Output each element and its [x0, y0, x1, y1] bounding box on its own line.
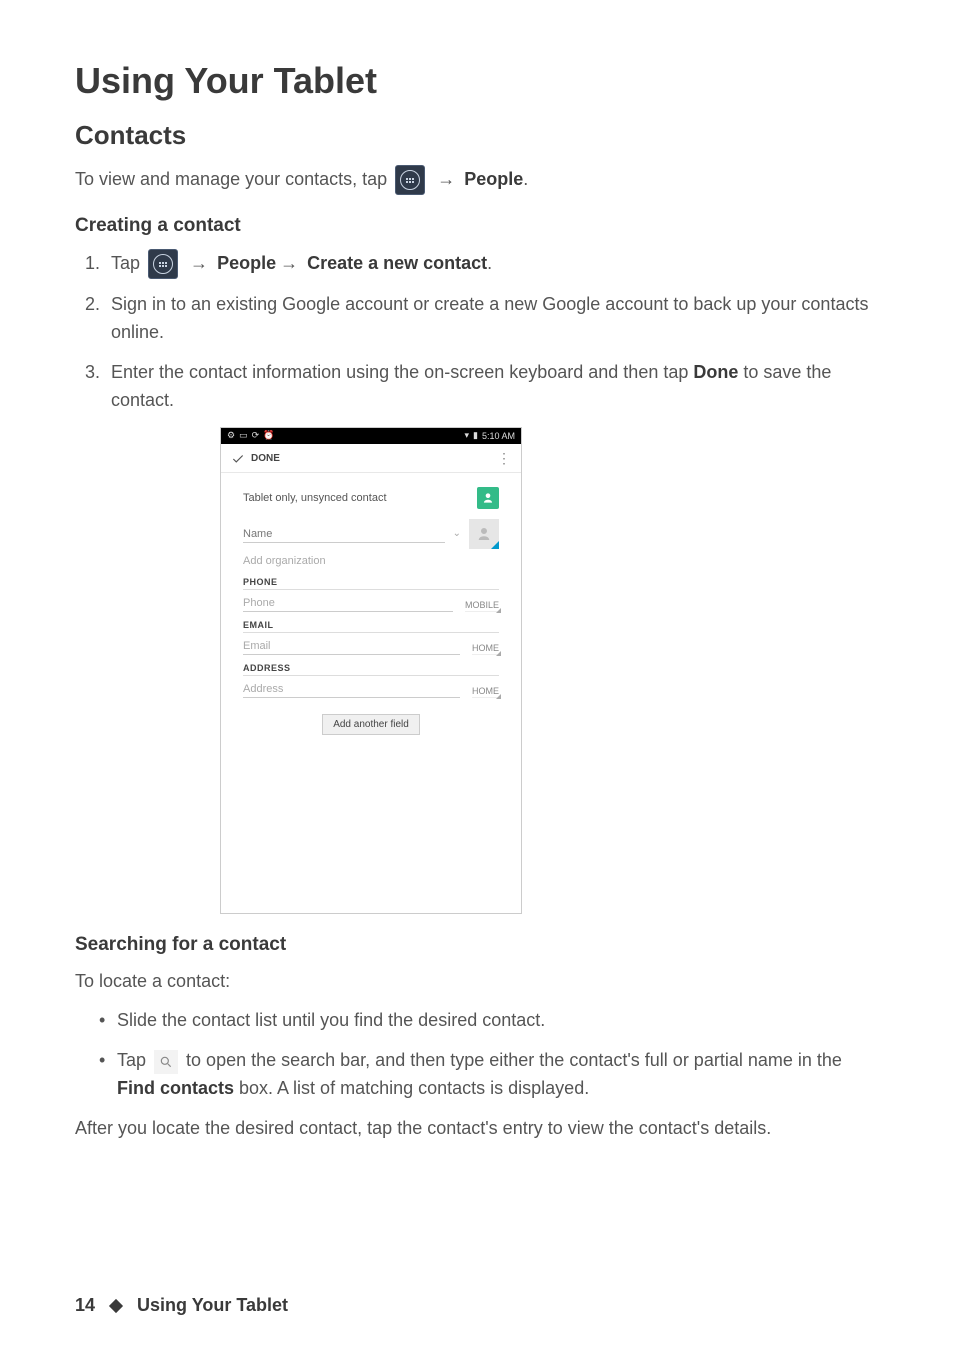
clock-text: 5:10 AM [482, 431, 515, 441]
search-bullet-2: Tap to open the search bar, and then typ… [117, 1047, 884, 1103]
arrow-icon: → [280, 253, 303, 273]
add-another-field-button[interactable]: Add another field [322, 714, 420, 735]
step1-people: People [217, 253, 276, 273]
name-input[interactable]: Name [243, 525, 445, 543]
status-bar: ⚙ ▭ ⟳ ⏰ ▾ ▮ 5:10 AM [221, 428, 521, 444]
phone-input[interactable]: Phone [243, 594, 453, 612]
page-footer: 14 Using Your Tablet [75, 1295, 288, 1316]
b2-pre: Tap [117, 1050, 151, 1070]
sync-icon: ⟳ [252, 430, 260, 441]
email-type-selector[interactable]: HOME [472, 643, 499, 655]
all-apps-icon [148, 249, 178, 279]
battery-icon: ▭ [239, 430, 248, 441]
battery-status-icon: ▮ [473, 430, 478, 441]
phone-type-selector[interactable]: MOBILE [465, 600, 499, 612]
email-input[interactable]: Email [243, 637, 460, 655]
phone-section-label: PHONE [243, 577, 499, 590]
debug-icon: ⚙ [227, 430, 235, 441]
step3-pre: Enter the contact information using the … [111, 362, 693, 382]
step1-create: Create a new contact [307, 253, 487, 273]
add-organization-link[interactable]: Add organization [243, 555, 499, 567]
arrow-icon: → [190, 253, 213, 273]
b2-find: Find contacts [117, 1078, 234, 1098]
step-2: Sign in to an existing Google account or… [105, 291, 884, 347]
done-button[interactable]: DONE [231, 452, 280, 466]
expand-name-icon[interactable]: ⌄ [453, 528, 461, 539]
intro-period: . [523, 169, 528, 189]
people-label: People [464, 169, 523, 189]
wifi-icon: ▾ [464, 430, 469, 441]
address-input[interactable]: Address [243, 680, 460, 698]
unsynced-label: Tablet only, unsynced contact [243, 492, 387, 504]
step3-done: Done [693, 362, 738, 382]
photo-placeholder[interactable] [469, 519, 499, 549]
address-type-selector[interactable]: HOME [472, 686, 499, 698]
check-icon [231, 452, 245, 466]
contact-card-icon [477, 487, 499, 509]
done-label: DONE [251, 453, 280, 464]
b2-post: box. A list of matching contacts is disp… [234, 1078, 589, 1098]
heading-searching-contact: Searching for a contact [75, 934, 884, 956]
search-intro: To locate a contact: [75, 968, 884, 996]
overflow-menu-icon[interactable]: ⋮ [497, 456, 511, 462]
page-number: 14 [75, 1295, 95, 1316]
search-bullet-1: Slide the contact list until you find th… [117, 1007, 884, 1035]
all-apps-icon [395, 165, 425, 195]
section-heading-contacts: Contacts [75, 120, 884, 151]
intro-pre: To view and manage your contacts, tap [75, 169, 392, 189]
step1-period: . [487, 253, 492, 273]
step-1: Tap → People→ Create a new contact. [105, 249, 884, 279]
footer-section-name: Using Your Tablet [137, 1295, 288, 1316]
address-section-label: ADDRESS [243, 663, 499, 676]
arrow-icon: → [437, 169, 460, 189]
alarm-icon: ⏰ [263, 430, 274, 441]
screenshot-create-contact: ⚙ ▭ ⟳ ⏰ ▾ ▮ 5:10 AM DONE ⋮ Tablet only, … [220, 427, 522, 914]
intro-paragraph: To view and manage your contacts, tap → … [75, 165, 884, 195]
footer-diamond-icon [109, 1298, 123, 1312]
search-icon [154, 1050, 178, 1074]
page-title: Using Your Tablet [75, 60, 884, 102]
search-after-paragraph: After you locate the desired contact, ta… [75, 1115, 884, 1143]
step1-pre: Tap [111, 253, 145, 273]
step-3: Enter the contact information using the … [105, 359, 884, 415]
heading-creating-contact: Creating a contact [75, 215, 884, 237]
email-section-label: EMAIL [243, 620, 499, 633]
b2-mid: to open the search bar, and then type ei… [186, 1050, 842, 1070]
